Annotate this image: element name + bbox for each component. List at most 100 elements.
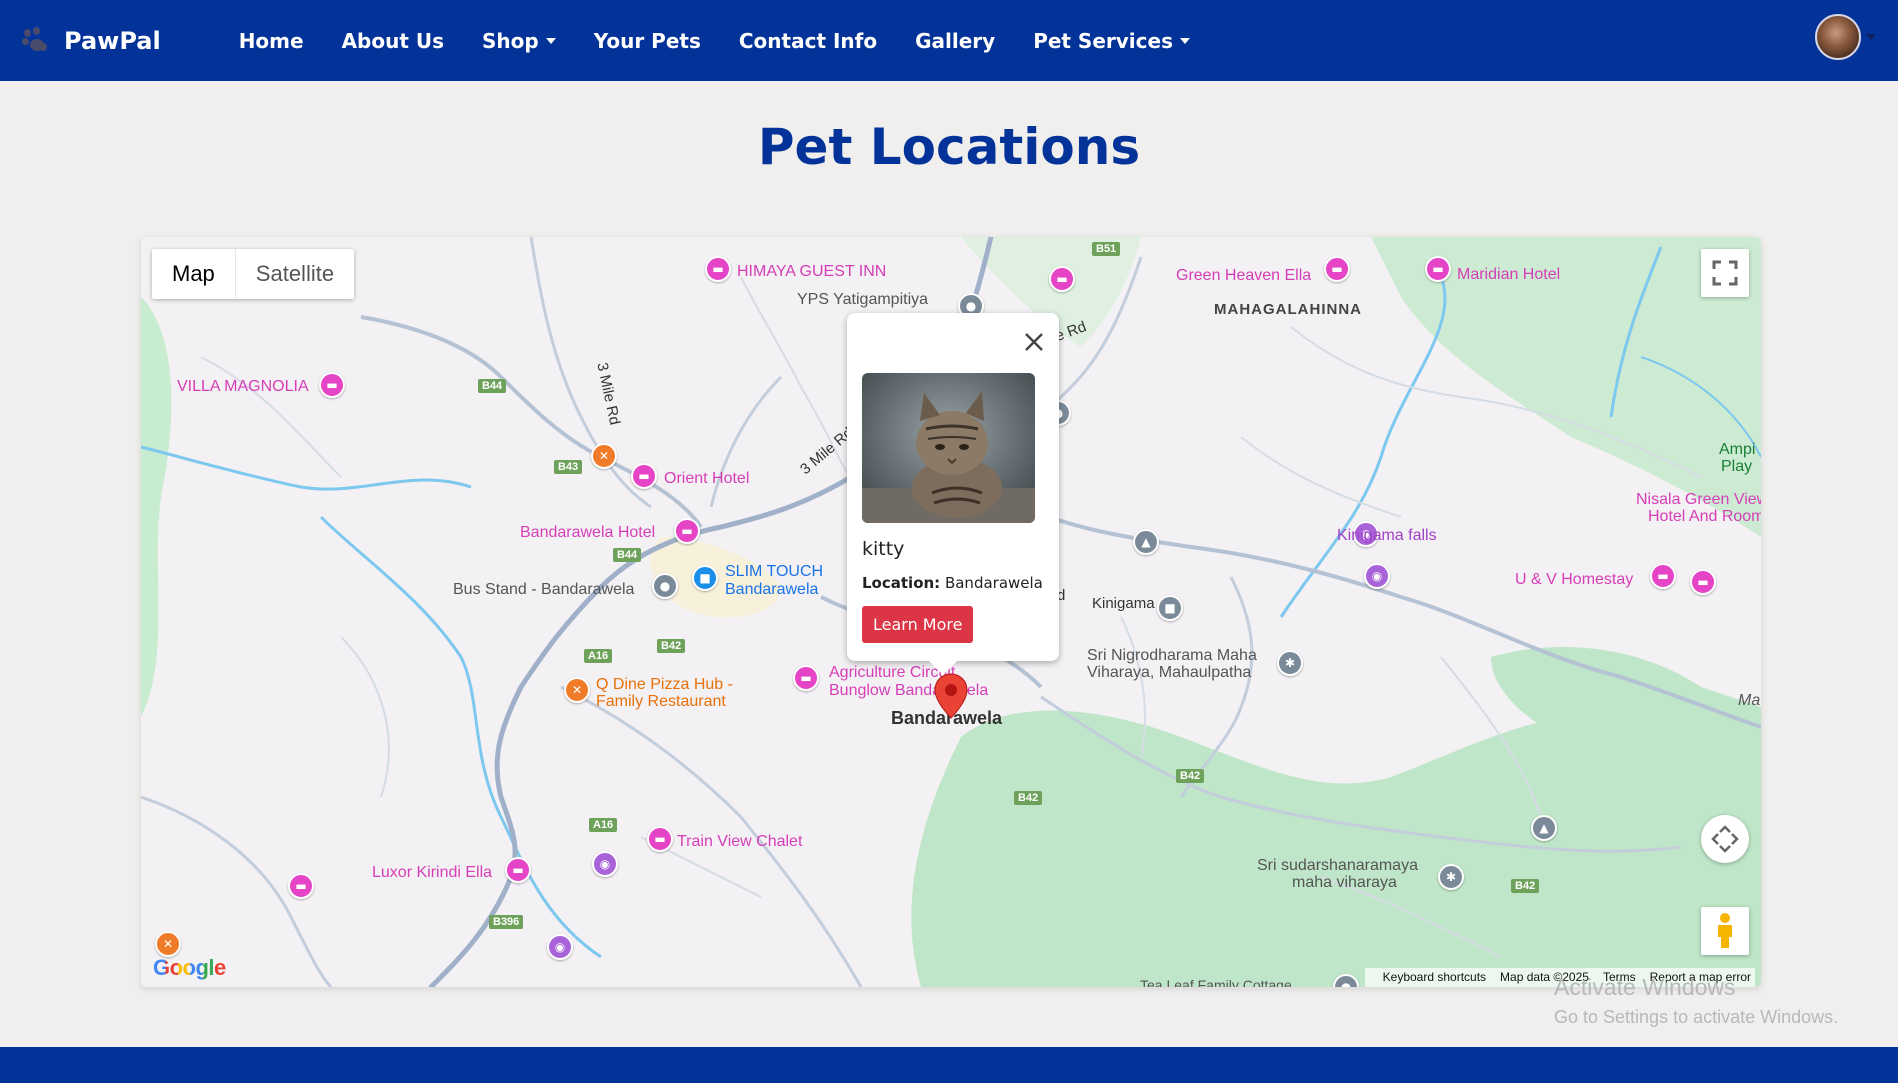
map-view[interactable]: B51 B44 B43 B44 B42 A16 A16 B396 B42 B42… (141, 237, 1761, 987)
page-title: Pet Locations (757, 118, 1141, 176)
nav-home[interactable]: Home (239, 29, 304, 53)
school-pin-icon[interactable]: ▲ (1531, 815, 1557, 841)
road-shield: B396 (489, 915, 524, 929)
nav-pet-services-label: Pet Services (1033, 28, 1173, 53)
fullscreen-icon (1712, 260, 1738, 286)
google-logo-text: Google (153, 955, 226, 980)
shop-pin-icon[interactable]: ■ (692, 565, 718, 591)
map-label-tea-leaf: Tea Leaf Family Cottage (1140, 977, 1292, 987)
bus-stop-pin-icon[interactable]: ■ (1157, 595, 1183, 621)
map-label-bus-stand: Bus Stand - Bandarawela (453, 581, 635, 598)
map-label-nigrodharama: Sri Nigrodharama Maha (1087, 647, 1257, 664)
bus-stand-pin-icon[interactable]: ● (652, 573, 678, 599)
camera-control-button[interactable] (1701, 815, 1749, 863)
hotel-pin-icon[interactable]: ▬ (319, 372, 345, 398)
hotel-pin-icon[interactable]: ▬ (631, 463, 657, 489)
map-label-kinigama-falls: Kinigama falls (1337, 527, 1437, 544)
caret-down-icon (1179, 37, 1190, 44)
pet-location: Location: Bandarawela (862, 574, 1043, 592)
road-shield: B43 (554, 460, 583, 474)
restaurant-pin-icon[interactable]: ✕ (564, 677, 590, 703)
map-label-orient-hotel: Orient Hotel (664, 470, 750, 487)
road-shield: A16 (584, 649, 613, 663)
nav-gallery[interactable]: Gallery (915, 29, 995, 53)
pet-location-label: Location: (862, 574, 941, 592)
map-label-ampi: Ampi (1719, 441, 1756, 458)
map-label-mahagalahinna: MAHAGALAHINNA (1214, 301, 1362, 318)
brand-name: PawPal (64, 26, 161, 55)
close-icon[interactable] (1023, 331, 1045, 353)
map-label-green-heaven: Green Heaven Ella (1176, 267, 1312, 284)
nav-pet-services-dropdown[interactable]: Pet Services (1033, 29, 1190, 53)
learn-more-button[interactable]: Learn More (862, 606, 974, 643)
avatar (1815, 14, 1861, 60)
map-label-villa-magnolia: VILLA MAGNOLIA (177, 378, 309, 395)
map-label-luxor: Luxor Kirindi Ella (372, 864, 493, 881)
hotel-pin-icon[interactable]: ▬ (1049, 266, 1075, 292)
map-label-q-dine-sub: Family Restaurant (596, 693, 726, 710)
map-label-sudarshana: Sri sudarshanaramaya (1257, 857, 1418, 874)
hotel-pin-icon[interactable]: ▬ (793, 665, 819, 691)
pet-location-value: Bandarawela (944, 574, 1043, 592)
road-shield: B42 (1511, 879, 1540, 893)
hotel-pin-icon[interactable]: ▬ (705, 256, 731, 282)
paw-icon (20, 25, 52, 57)
hotel-pin-icon[interactable]: ▬ (674, 518, 700, 544)
school-pin-icon[interactable]: ▲ (1133, 529, 1159, 555)
pet-info-window: kitty Location: Bandarawela Learn More (847, 313, 1059, 675)
navbar: PawPal Home About Us Shop Your Pets Cont… (0, 0, 1898, 81)
nav-links: Home About Us Shop Your Pets Contact Inf… (239, 29, 1228, 53)
google-logo: Google (153, 955, 226, 981)
map-label-slim-touch: SLIM TOUCH (725, 563, 824, 580)
restaurant-pin-icon[interactable]: ✕ (591, 443, 617, 469)
map-marker-icon[interactable] (934, 673, 968, 719)
nav-your-pets[interactable]: Your Pets (594, 29, 701, 53)
map-label-maridian: Maridian Hotel (1457, 266, 1561, 283)
map-label-train-view: Train View Chalet (677, 833, 803, 850)
nav-gallery-label: Gallery (915, 28, 996, 53)
temple-pin-icon[interactable]: ✱ (1438, 864, 1464, 890)
hotel-pin-icon[interactable]: ▬ (647, 826, 673, 852)
fullscreen-button[interactable] (1701, 249, 1749, 297)
temple-pin-icon[interactable]: ✱ (1277, 650, 1303, 676)
brand-link[interactable]: PawPal (20, 0, 161, 81)
map-label-nigrodharama-sub: Viharaya, Mahaulpatha (1087, 664, 1252, 681)
road-shield: A16 (589, 818, 618, 832)
map-label-nisala-sub: Hotel And Room (1648, 508, 1761, 525)
keyboard-shortcuts-link[interactable]: Keyboard shortcuts (1383, 970, 1486, 984)
map-type-control: Map Satellite (152, 249, 355, 299)
map-label-himaya: HIMAYA GUEST INN (737, 263, 887, 280)
caret-down-icon (545, 37, 556, 44)
attraction-pin-icon[interactable]: ◉ (592, 851, 618, 877)
watermark-line-2: Go to Settings to activate Windows. (1554, 1007, 1839, 1027)
hotel-pin-icon[interactable]: ▬ (1650, 563, 1676, 589)
nav-shop-label: Shop (482, 28, 539, 53)
hotel-pin-icon[interactable]: ▬ (1324, 256, 1350, 282)
road-shield: B44 (613, 548, 642, 562)
nav-contact-info[interactable]: Contact Info (739, 29, 877, 53)
nav-about-us[interactable]: About Us (342, 29, 444, 53)
map-label-ampi-sub: Play (1721, 458, 1753, 475)
hotel-pin-icon[interactable]: ▬ (505, 857, 531, 883)
road-shield: B42 (1176, 769, 1205, 783)
profile-dropdown[interactable] (1815, 14, 1876, 60)
hotel-pin-icon[interactable]: ▬ (1690, 569, 1716, 595)
hotel-pin-icon[interactable]: ▬ (1425, 256, 1451, 282)
map-type-map-button[interactable]: Map (152, 249, 235, 299)
map-label-q-dine: Q Dine Pizza Hub - (596, 676, 733, 693)
road-shield: B42 (657, 639, 686, 653)
windows-activation-watermark: Activate Windows Go to Settings to activ… (1554, 974, 1838, 1028)
restaurant-pin-icon[interactable]: ✕ (155, 931, 181, 957)
nav-shop-dropdown[interactable]: Shop (482, 29, 556, 53)
pegman-icon (1718, 913, 1732, 948)
map-type-satellite-button[interactable]: Satellite (234, 249, 354, 299)
hotel-pin-icon[interactable]: ▬ (288, 873, 314, 899)
attraction-pin-icon[interactable]: ◉ (1364, 563, 1390, 589)
map-label-ma: Ma (1738, 692, 1761, 709)
map-label-bandarawela-hotel: Bandarawela Hotel (520, 524, 656, 541)
map-label-sudarshana-sub: maha viharaya (1292, 874, 1397, 891)
attraction-pin-icon[interactable]: ◉ (547, 934, 573, 960)
nav-contact-label: Contact Info (738, 28, 878, 53)
street-view-button[interactable] (1701, 907, 1749, 955)
road-shield: B42 (1014, 791, 1043, 805)
